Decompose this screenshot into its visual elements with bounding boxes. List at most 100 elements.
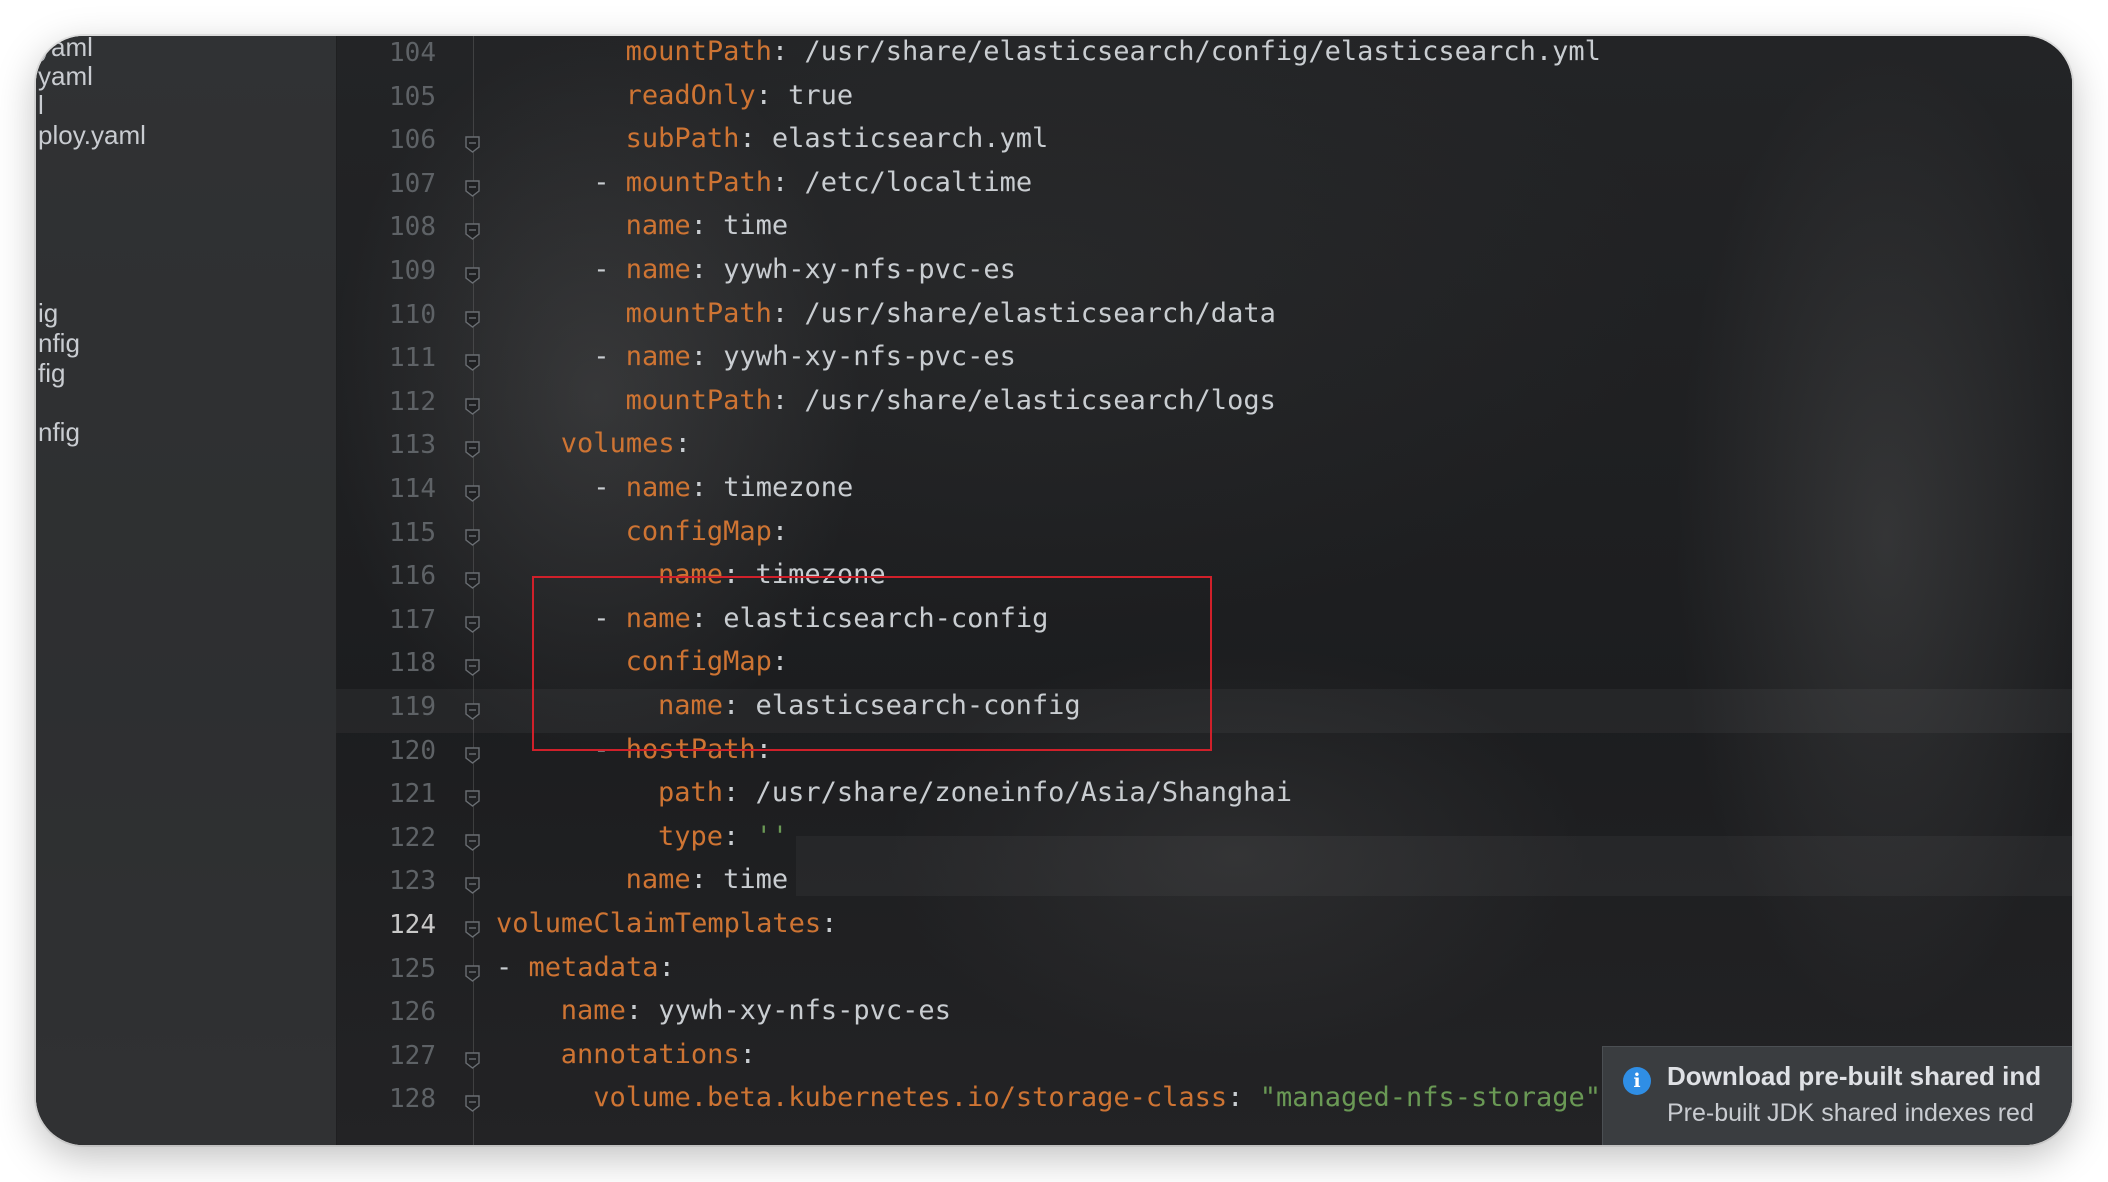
line-number[interactable]: 110 [336, 300, 436, 330]
code-line[interactable]: name: time [626, 210, 789, 241]
yaml-value [739, 821, 755, 852]
line-number[interactable]: 126 [336, 997, 436, 1027]
fold-marker-icon[interactable] [465, 441, 480, 459]
yaml-value: true [771, 79, 854, 111]
line-number[interactable]: 116 [336, 561, 436, 591]
code-line[interactable]: - name: yywh-xy-nfs-pvc-es [593, 341, 1016, 372]
line-number[interactable]: 107 [336, 169, 436, 199]
code-line[interactable]: mountPath: /usr/share/elasticsearch/conf… [626, 36, 1601, 67]
fold-marker-icon[interactable] [465, 354, 480, 372]
line-number[interactable]: 113 [336, 430, 436, 460]
line-number[interactable]: 125 [336, 954, 436, 984]
fold-marker-icon[interactable] [465, 834, 480, 851]
fold-marker-icon[interactable] [465, 877, 480, 895]
yaml-key: mountPath [625, 384, 772, 416]
code-line[interactable]: annotations: [561, 1039, 756, 1070]
yaml-key: volume.beta.kubernetes.io/storage-class [593, 1082, 1228, 1114]
project-tree-item[interactable]: nfig [38, 417, 80, 448]
line-number[interactable]: 114 [336, 474, 436, 504]
yaml-string-value: '' [755, 820, 789, 852]
code-line[interactable]: - name: timezone [593, 472, 853, 503]
fold-marker-icon[interactable] [465, 485, 480, 502]
yaml-colon: : [723, 777, 740, 809]
code-line[interactable]: name: time [626, 864, 789, 895]
code-line[interactable]: readOnly: true [626, 80, 854, 111]
line-number[interactable]: 115 [336, 518, 436, 548]
line-number[interactable]: 128 [336, 1084, 436, 1114]
yaml-key: mountPath [625, 36, 772, 67]
fold-marker-icon[interactable] [465, 310, 480, 328]
fold-marker-icon[interactable] [465, 703, 480, 720]
yaml-colon: : [625, 995, 643, 1027]
fold-marker-icon[interactable] [465, 398, 480, 415]
fold-marker-icon[interactable] [465, 136, 480, 154]
line-number[interactable]: 109 [336, 256, 436, 286]
yaml-colon: : [739, 1038, 756, 1070]
line-number[interactable]: 112 [336, 387, 436, 417]
fold-marker-icon[interactable] [465, 223, 480, 241]
line-number[interactable]: 122 [336, 823, 436, 853]
line-number[interactable]: 124 [336, 910, 436, 940]
line-number[interactable]: 118 [336, 648, 436, 678]
fold-marker-icon[interactable] [465, 1052, 480, 1069]
line-number[interactable]: 123 [336, 866, 436, 896]
line-number[interactable]: 111 [336, 343, 436, 373]
project-tree-item[interactable]: l [38, 90, 44, 121]
yaml-string-value: "managed-nfs-storage" [1259, 1082, 1602, 1114]
code-line[interactable]: type: '' [658, 821, 788, 852]
line-number[interactable]: 108 [336, 212, 436, 242]
line-number-gutter[interactable]: 104 105 106 107 108 109 110 111 112 113 114 115 116 1… [336, 36, 486, 1145]
yaml-key: path [658, 777, 724, 809]
code-line[interactable]: mountPath: /usr/share/elasticsearch/data [626, 298, 1276, 329]
code-line[interactable]: mountPath: /usr/share/elasticsearch/logs [626, 385, 1276, 416]
line-number[interactable]: 104 [336, 38, 436, 68]
info-icon: i [1623, 1067, 1651, 1095]
fold-marker-icon[interactable] [465, 921, 480, 938]
yaml-key: name [625, 864, 691, 896]
project-tree-item[interactable]: nfig [38, 328, 80, 359]
yaml-key: name [625, 254, 691, 285]
project-tree-panel[interactable]: yaml yaml l ploy.yaml ig nfig fig nfig [36, 36, 337, 1145]
yaml-colon: : [690, 254, 707, 285]
fold-marker-icon[interactable] [465, 1095, 480, 1113]
line-number[interactable]: 120 [336, 736, 436, 766]
fold-marker-icon[interactable] [465, 267, 480, 284]
yaml-value: yywh-xy-nfs-pvc-es [642, 995, 951, 1027]
notification-title[interactable]: Download pre-built shared ind [1667, 1061, 2041, 1092]
fold-marker-icon[interactable] [465, 964, 480, 982]
code-line[interactable]: name: yywh-xy-nfs-pvc-es [561, 995, 951, 1026]
line-number[interactable]: 121 [336, 779, 436, 809]
fold-marker-icon[interactable] [465, 790, 480, 808]
line-number[interactable]: 117 [336, 605, 436, 635]
code-line[interactable]: - mountPath: /etc/localtime [593, 167, 1032, 198]
code-dash: - [496, 951, 529, 983]
yaml-colon: : [772, 166, 789, 198]
line-number[interactable]: 105 [336, 82, 436, 112]
code-line[interactable]: - name: yywh-xy-nfs-pvc-es [593, 254, 1016, 285]
fold-marker-icon[interactable] [465, 616, 480, 633]
line-number[interactable]: 127 [336, 1041, 436, 1071]
fold-marker-icon[interactable] [465, 572, 480, 590]
code-line[interactable]: volume.beta.kubernetes.io/storage-class:… [593, 1082, 1601, 1113]
line-number[interactable]: 106 [336, 125, 436, 155]
project-tree-item[interactable]: yaml [38, 61, 93, 92]
code-line[interactable]: configMap: [626, 516, 789, 547]
project-tree-item[interactable]: ig [38, 298, 58, 329]
project-tree-item[interactable]: yaml [38, 36, 93, 63]
notification-popup[interactable]: i Download pre-built shared ind Pre-buil… [1602, 1046, 2072, 1145]
line-number[interactable]: 119 [336, 692, 436, 722]
code-line[interactable]: path: /usr/share/zoneinfo/Asia/Shanghai [658, 777, 1292, 808]
yaml-key: readOnly [625, 79, 756, 111]
yaml-key: name [625, 472, 691, 503]
annotation-highlight-box [532, 576, 1212, 751]
code-line[interactable]: volumeClaimTemplates: [496, 908, 837, 939]
project-tree-item[interactable]: ploy.yaml [38, 120, 146, 151]
fold-marker-icon[interactable] [465, 528, 480, 546]
code-line[interactable]: - metadata: [496, 952, 675, 983]
fold-marker-icon[interactable] [465, 180, 480, 197]
code-line[interactable]: subPath: elasticsearch.yml [626, 123, 1049, 154]
project-tree-item[interactable]: fig [38, 358, 65, 389]
code-line[interactable]: volumes: [561, 428, 691, 459]
fold-marker-icon[interactable] [465, 746, 480, 764]
fold-marker-icon[interactable] [465, 659, 480, 677]
